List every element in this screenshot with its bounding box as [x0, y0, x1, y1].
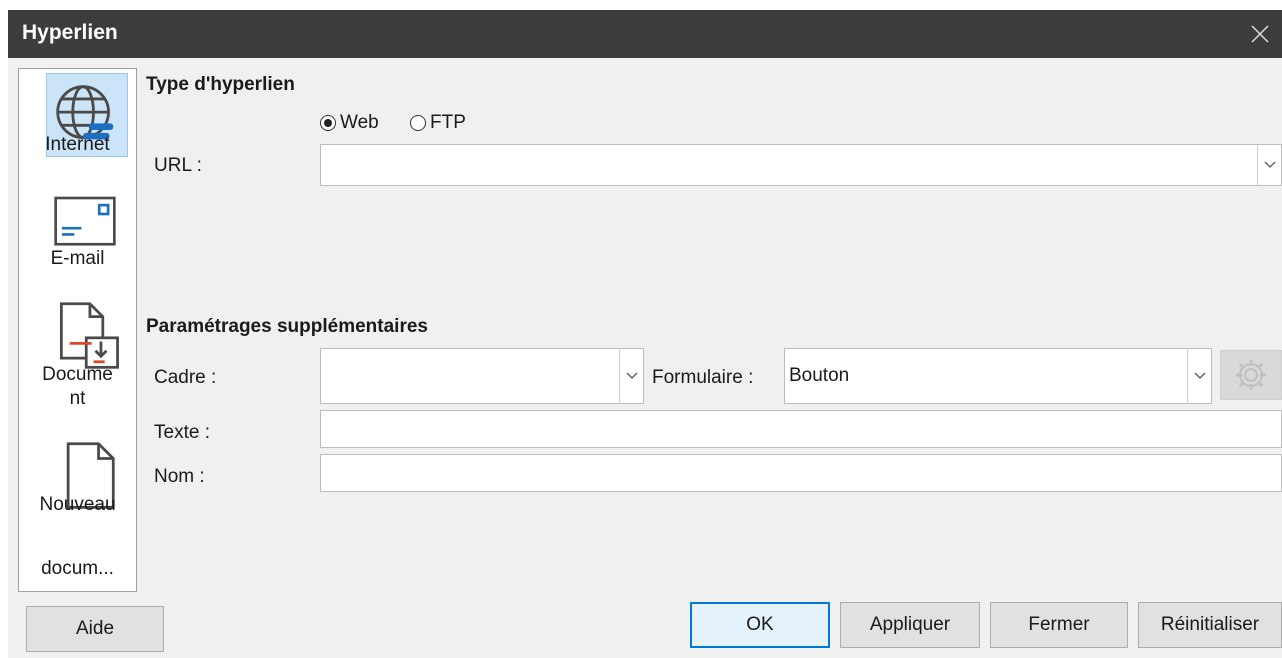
- chevron-down-icon: [626, 372, 637, 379]
- frame-label: Cadre :: [154, 367, 217, 388]
- sidebar-item-label: Internet: [45, 134, 110, 155]
- close-button[interactable]: Fermer: [990, 602, 1128, 648]
- events-button[interactable]: [1220, 350, 1282, 400]
- sidebar-item-document[interactable]: Docume nt: [19, 301, 136, 409]
- url-label: URL :: [154, 155, 202, 176]
- extra-settings-heading: Paramétrages supplémentaires: [146, 316, 428, 337]
- help-button[interactable]: Aide: [26, 606, 164, 652]
- sidebar-item-label: docum...: [41, 558, 114, 579]
- form-combobox[interactable]: Bouton: [784, 348, 1212, 404]
- radio-dot: [320, 115, 336, 131]
- sidebar-item-label: E-mail: [50, 248, 105, 269]
- reset-button[interactable]: Réinitialiser: [1138, 602, 1282, 648]
- text-input[interactable]: [320, 410, 1282, 448]
- form-value: Bouton: [789, 365, 850, 386]
- gear-icon: [1236, 360, 1266, 390]
- apply-button-label: Appliquer: [869, 614, 951, 635]
- close-icon: [1251, 25, 1269, 43]
- close-button-label: Fermer: [1028, 614, 1090, 635]
- close-window-button[interactable]: [1238, 10, 1282, 58]
- hyperlink-dialog: Hyperlien Internet E-mail Docume nt Nouv…: [8, 10, 1282, 658]
- sidebar-item-label: Docume nt: [42, 364, 113, 409]
- ok-button[interactable]: OK: [690, 602, 830, 648]
- apply-button[interactable]: Appliquer: [840, 602, 980, 648]
- sidebar-item-label: Nouveau: [39, 494, 116, 515]
- name-label: Nom :: [154, 466, 205, 487]
- help-button-label: Aide: [75, 618, 115, 639]
- link-type-sidebar: Internet E-mail Docume nt Nouveau docum.…: [18, 68, 137, 592]
- name-input[interactable]: [320, 454, 1282, 492]
- reset-button-label: Réinitialiser: [1160, 614, 1260, 635]
- text-label: Texte :: [154, 422, 210, 443]
- form-dropdown-button[interactable]: [1187, 349, 1211, 403]
- frame-combobox[interactable]: [320, 348, 644, 404]
- web-radio[interactable]: Web: [320, 112, 379, 134]
- chevron-down-icon: [1194, 372, 1205, 379]
- radio-dot: [410, 115, 426, 131]
- chevron-down-icon: [1264, 161, 1275, 168]
- ok-button-label: OK: [746, 614, 774, 635]
- sidebar-item-new-document[interactable]: Nouveau docum...: [19, 441, 136, 581]
- url-dropdown-button[interactable]: [1257, 145, 1281, 185]
- form-label: Formulaire :: [652, 367, 754, 388]
- window-title: Hyperlien: [22, 21, 118, 44]
- frame-dropdown-button[interactable]: [619, 349, 643, 403]
- hyperlink-type-heading: Type d'hyperlien: [146, 74, 295, 95]
- title-bar: Hyperlien: [8, 10, 1282, 58]
- sidebar-item-email[interactable]: E-mail: [19, 187, 136, 277]
- url-combobox[interactable]: [320, 144, 1282, 186]
- document-icon: [59, 302, 119, 369]
- ftp-radio-label: FTP: [430, 112, 466, 133]
- ftp-radio[interactable]: FTP: [410, 112, 466, 134]
- sidebar-item-internet[interactable]: Internet: [19, 73, 136, 161]
- web-radio-label: Web: [340, 112, 379, 133]
